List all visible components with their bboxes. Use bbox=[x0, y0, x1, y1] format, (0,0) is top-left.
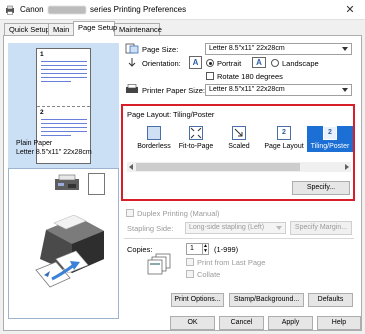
media-size-text: Letter 8.5"x11" 22x28cm bbox=[16, 149, 92, 156]
tab-page-setup[interactable]: Page Setup bbox=[73, 21, 117, 36]
stapling-side-select[interactable]: Long-side stapling (Left) bbox=[185, 222, 286, 234]
scaled-icon bbox=[232, 126, 246, 140]
preview-page-number-2: 2 bbox=[40, 109, 44, 116]
layout-option-scaled[interactable]: Scaled bbox=[216, 126, 262, 152]
paper-icon bbox=[88, 173, 105, 195]
rotate-180-label[interactable]: Rotate 180 degrees bbox=[217, 72, 283, 81]
layout-option-borderless[interactable]: Borderless bbox=[131, 126, 177, 152]
collate-label[interactable]: Collate bbox=[197, 270, 220, 279]
specify-button[interactable]: Specify... bbox=[292, 181, 350, 195]
title-bar: Canon series Printing Preferences ✕ bbox=[0, 0, 365, 20]
orientation-label: Orientation: bbox=[142, 59, 181, 68]
copies-value: 1 bbox=[190, 245, 194, 252]
layout-option-fit-to-page[interactable]: Fit-to-Page bbox=[173, 126, 219, 152]
layout-option-label: Scaled bbox=[228, 143, 250, 150]
printer-paper-size-icon bbox=[126, 84, 138, 93]
printer-paper-size-value: Letter 8.5"x11" 22x28cm bbox=[209, 86, 285, 93]
tiling-poster-icon: 2 bbox=[323, 126, 337, 140]
divider bbox=[124, 238, 354, 239]
orientation-arrow-icon bbox=[128, 58, 136, 67]
landscape-radio[interactable] bbox=[271, 59, 279, 67]
duplex-label[interactable]: Duplex Printing (Manual) bbox=[137, 209, 220, 218]
layout-scrollbar[interactable] bbox=[127, 162, 351, 172]
portrait-radio[interactable] bbox=[206, 59, 214, 67]
fit-to-page-icon bbox=[189, 126, 203, 140]
stapling-side-value: Long-side stapling (Left) bbox=[189, 224, 265, 231]
media-info: Plain Paper Letter 8.5"x11" 22x28cm bbox=[16, 139, 92, 157]
borderless-icon bbox=[147, 126, 161, 140]
collate-checkbox[interactable] bbox=[186, 270, 194, 278]
layout-option-tiling-poster[interactable]: 2 Tiling/Poster bbox=[307, 126, 353, 152]
scroll-thumb[interactable] bbox=[136, 163, 300, 171]
apply-button[interactable]: Apply bbox=[268, 316, 313, 330]
layout-option-label: Borderless bbox=[137, 143, 171, 150]
chevron-down-icon bbox=[342, 88, 348, 92]
layout-option-label: Page Layout bbox=[264, 143, 304, 150]
page-size-icon bbox=[125, 43, 139, 54]
duplex-checkbox[interactable] bbox=[126, 209, 134, 217]
stamp-background-button[interactable]: Stamp/Background... bbox=[229, 293, 304, 307]
window-title-brand: Canon bbox=[20, 5, 44, 14]
ok-button[interactable]: OK bbox=[170, 316, 215, 330]
defaults-button[interactable]: Defaults bbox=[308, 293, 353, 307]
page-size-label: Page Size: bbox=[142, 45, 179, 54]
page-layout-current: Tiling/Poster bbox=[173, 110, 215, 119]
layout-option-label: Fit-to-Page bbox=[178, 143, 214, 150]
window-title: Canon series Printing Preferences bbox=[20, 5, 186, 14]
print-options-button[interactable]: Print Options... bbox=[171, 293, 224, 307]
close-icon[interactable]: ✕ bbox=[340, 2, 360, 18]
portrait-preview-icon: A bbox=[189, 56, 202, 69]
page-layout-icon: 2 bbox=[277, 126, 291, 140]
print-from-last-page-label[interactable]: Print from Last Page bbox=[197, 258, 265, 267]
preview-page-number-1: 1 bbox=[40, 51, 44, 58]
layout-option-page-layout[interactable]: 2 Page Layout bbox=[261, 126, 307, 152]
stapling-side-label: Stapling Side: bbox=[127, 224, 174, 233]
scroll-right-icon[interactable] bbox=[345, 164, 349, 170]
window-title-rest: series Printing Preferences bbox=[90, 5, 187, 14]
redacted-model-name bbox=[47, 5, 86, 14]
landscape-preview-icon: A bbox=[252, 57, 266, 68]
printer-app-icon bbox=[6, 5, 14, 15]
scroll-left-icon[interactable] bbox=[129, 164, 133, 170]
page-size-select[interactable]: Letter 8.5"x11" 22x28cm bbox=[205, 43, 352, 55]
cancel-button[interactable]: Cancel bbox=[219, 316, 264, 330]
layout-option-label: Tiling/Poster bbox=[310, 143, 350, 150]
specify-margin-button[interactable]: Specify Margin... bbox=[290, 221, 352, 235]
printer-paper-size-select[interactable]: Letter 8.5"x11" 22x28cm bbox=[205, 84, 352, 96]
chevron-down-icon bbox=[342, 47, 348, 51]
printer-paper-size-label: Printer Paper Size: bbox=[142, 86, 205, 95]
tab-strip: Quick Setup Main Page Setup Maintenance bbox=[0, 20, 365, 36]
spin-arrows-icon[interactable]: ▲ ▼ bbox=[202, 244, 208, 254]
printer-illustration-icon bbox=[35, 215, 104, 288]
copies-spinbox[interactable]: 1 ▲ ▼ bbox=[186, 243, 209, 255]
print-from-last-page-checkbox[interactable] bbox=[186, 258, 194, 266]
help-button[interactable]: Help bbox=[317, 316, 361, 330]
copies-range: (1-999) bbox=[214, 245, 239, 254]
page-size-value: Letter 8.5"x11" 22x28cm bbox=[209, 45, 285, 52]
landscape-label[interactable]: Landscape bbox=[282, 59, 319, 68]
rotate-180-checkbox[interactable] bbox=[206, 72, 214, 80]
chevron-down-icon bbox=[276, 226, 282, 230]
copies-stack-icon bbox=[147, 253, 171, 275]
printer-small-icon bbox=[55, 174, 79, 190]
portrait-label[interactable]: Portrait bbox=[217, 59, 241, 68]
page-layout-label: Page Layout: bbox=[127, 110, 172, 119]
tile-divider bbox=[37, 106, 90, 107]
media-type-text: Plain Paper bbox=[16, 140, 53, 147]
